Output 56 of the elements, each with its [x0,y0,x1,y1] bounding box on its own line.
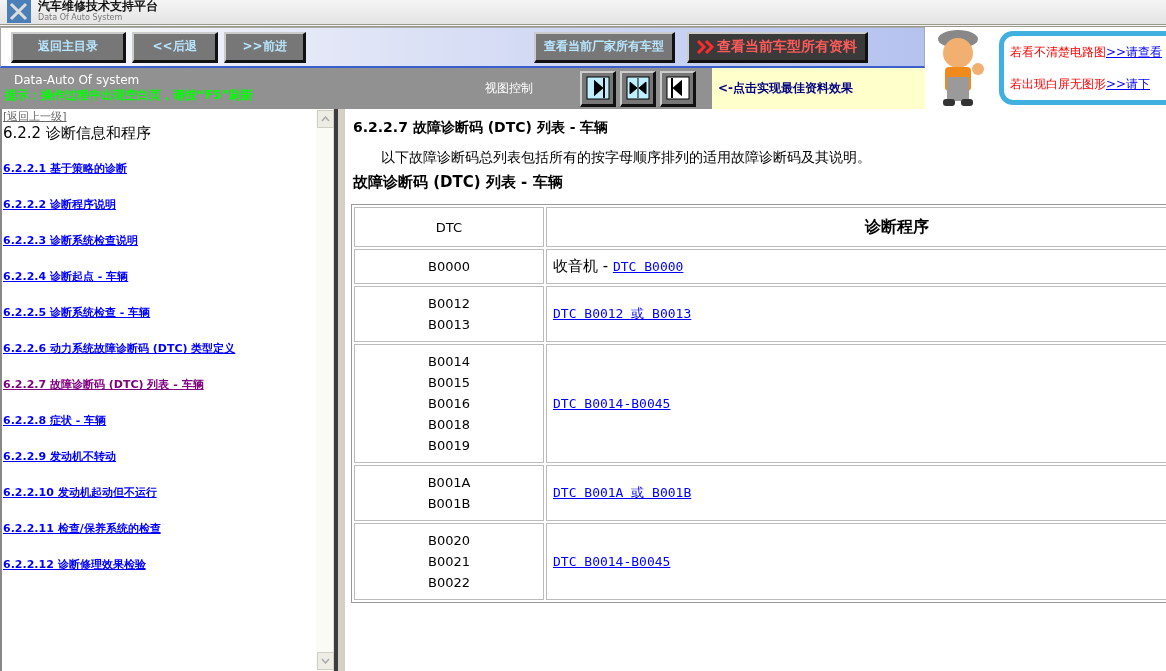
toc-link[interactable]: 6.2.2.3 诊断系统检查说明 [3,233,138,248]
toc-link[interactable]: 6.2.2.12 诊断修理效果检验 [3,557,146,572]
toc-link[interactable]: 6.2.2.5 诊断系统检查 - 车辆 [3,305,151,320]
toc-link[interactable]: 6.2.2.9 发动机不转动 [3,449,116,464]
dtc-code: B0018 [427,416,471,434]
notice-text: 若看不清楚电路图>>请查看 [1010,43,1164,61]
procedure-link[interactable]: DTC B001A 或 B001B [553,485,692,500]
procedure-label: 收音机 - [553,257,610,275]
notice-text: 若出现白屏无图形>>请下 [1010,75,1152,93]
dtc-code: B0022 [427,574,471,592]
toc-link[interactable]: 6.2.2.1 基于策略的诊断 [3,161,127,176]
double-chevron-icon [697,39,715,54]
toc-link[interactable]: 6.2.2.8 症状 - 车辆 [3,413,107,428]
page-title: 6.2.2.7 故障诊断码 (DTC) 列表 - 车辆 [353,119,610,137]
procedure-link[interactable]: DTC B0014-B0045 [553,554,671,569]
procedure-link[interactable]: DTC B0014-B0045 [553,396,671,411]
view-control-label: 视图控制 [485,80,534,97]
toc-link[interactable]: 6.2.2.10 发动机起动但不运行 [3,485,157,500]
intro-text: 以下故障诊断码总列表包括所有的按字母顺序排列的适用故障诊断码及其说明。 [380,149,872,167]
dtc-code: B0013 [427,316,471,334]
dtc-code: B0012 [427,295,471,313]
app-subtitle: Data Of Auto System [38,13,124,23]
notice-link[interactable]: >>请下 [1106,76,1151,91]
toc-link[interactable]: 6.2.2.2 诊断程序说明 [3,197,116,212]
refresh-hint: 提示：操作过程中出现空白页，请按“F5”刷新 [5,87,255,104]
column-header: 诊断程序 [546,207,1166,247]
dtc-code: B0015 [427,374,471,392]
toc-link[interactable]: 6.2.2.7 故障诊断码 (DTC) 列表 - 车辆 [3,377,204,392]
table-title: 故障诊断码 (DTC) 列表 - 车辆 [353,173,564,192]
view-layout-icon [585,76,610,100]
toc-link[interactable]: 6.2.2.11 检查/保养系统的检查 [3,521,161,536]
back-link[interactable]: [返回上一级] [3,109,67,124]
split-view-button[interactable] [620,70,656,107]
dtc-code: B0020 [427,532,471,550]
procedure-link[interactable]: DTC B0000 [612,259,684,274]
brand-text: Data-Auto Of system [13,73,141,87]
app-title: 汽车维修技术支持平台 [38,0,158,13]
view-layout-icon [665,76,690,100]
procedure-link[interactable]: DTC B0012 或 B0013 [553,306,692,321]
expand-right-button[interactable] [580,70,616,107]
column-header: DTC [354,207,544,247]
dtc-code: B0016 [427,395,471,413]
dtc-code: B001B [426,495,472,513]
view-layout-icon [625,76,650,100]
dtc-code: B0021 [427,553,471,571]
dtc-code: B0019 [427,437,471,455]
view-hint: <-点击实现最佳资料效果 [718,80,854,97]
notice-link[interactable]: >>请查看 [1106,44,1163,59]
dtc-code: B0000 [427,258,471,276]
toc-link[interactable]: 6.2.2.4 诊断起点 - 车辆 [3,269,129,284]
section-heading: 6.2.2 诊断信息和程序 [3,124,152,143]
dtc-code: B001A [426,474,472,492]
model-button[interactable]: 查看当前车型所有资料 [687,31,868,63]
toc-link[interactable]: 6.2.2.6 动力系统故障诊断码 (DTC) 类型定义 [3,341,236,356]
dtc-code: B0014 [427,353,471,371]
expand-left-button[interactable] [660,70,696,107]
